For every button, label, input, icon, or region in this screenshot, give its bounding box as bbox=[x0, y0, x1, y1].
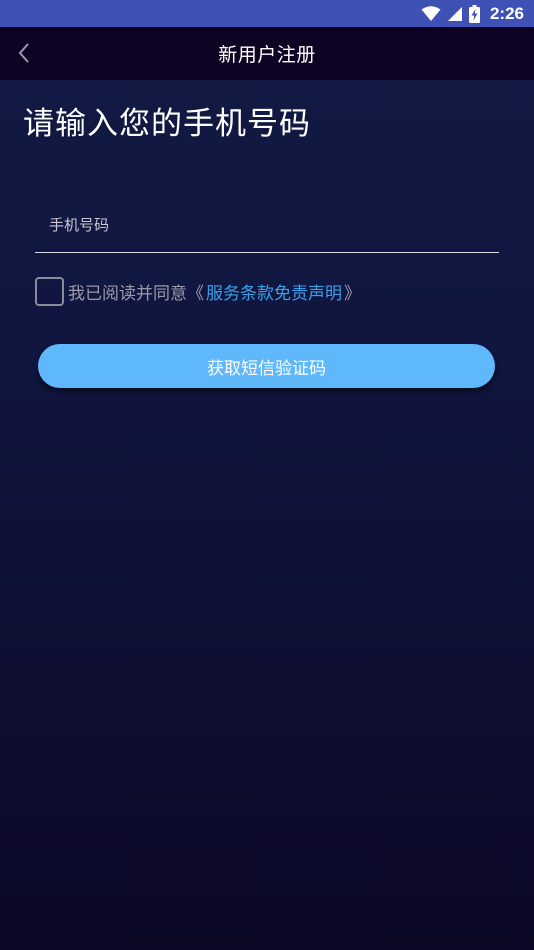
get-sms-code-button[interactable]: 获取短信验证码 bbox=[38, 344, 495, 388]
agreement-row: 我已阅读并同意 《 服务条款免责声明 》 bbox=[35, 276, 361, 306]
app-bar: 新用户注册 bbox=[0, 27, 534, 80]
terms-open-bracket: 《 bbox=[187, 283, 204, 304]
phone-input[interactable] bbox=[35, 200, 499, 252]
back-button[interactable] bbox=[6, 35, 42, 71]
phone-field bbox=[35, 200, 499, 253]
agree-checkbox[interactable] bbox=[35, 276, 64, 306]
terms-link[interactable]: 服务条款免责声明 bbox=[206, 279, 342, 304]
page-title: 新用户注册 bbox=[218, 44, 316, 66]
form-heading: 请输入您的手机号码 bbox=[23, 106, 311, 142]
wifi-icon bbox=[421, 5, 441, 21]
cell-signal-icon bbox=[447, 6, 462, 21]
chevron-left-icon bbox=[18, 43, 29, 63]
terms-close-bracket: 》 bbox=[344, 283, 361, 304]
battery-charging-icon bbox=[468, 4, 480, 23]
agree-label: 我已阅读并同意 bbox=[68, 283, 187, 304]
status-bar: 2:26 bbox=[0, 0, 534, 27]
status-time: 2:26 bbox=[489, 3, 524, 23]
